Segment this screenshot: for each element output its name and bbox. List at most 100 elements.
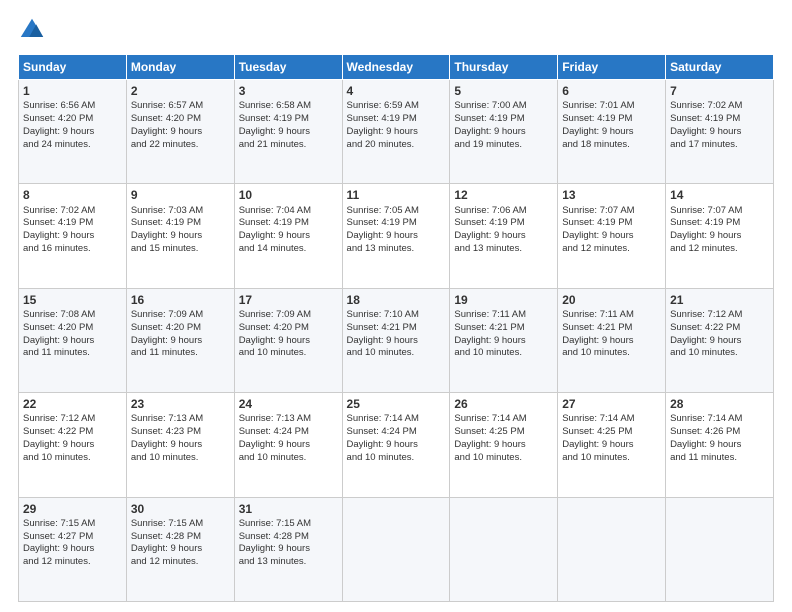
day-info: Sunrise: 7:05 AM Sunset: 4:19 PM Dayligh… xyxy=(347,205,446,256)
day-info: Sunrise: 7:13 AM Sunset: 4:23 PM Dayligh… xyxy=(131,413,230,464)
day-info: Sunrise: 7:14 AM Sunset: 4:24 PM Dayligh… xyxy=(347,413,446,464)
calendar-cell: 25Sunrise: 7:14 AM Sunset: 4:24 PM Dayli… xyxy=(342,393,450,497)
day-number: 9 xyxy=(131,187,230,203)
day-number: 28 xyxy=(670,396,769,412)
day-info: Sunrise: 7:00 AM Sunset: 4:19 PM Dayligh… xyxy=(454,100,553,151)
day-number: 31 xyxy=(239,501,338,517)
calendar-cell: 24Sunrise: 7:13 AM Sunset: 4:24 PM Dayli… xyxy=(234,393,342,497)
day-info: Sunrise: 7:14 AM Sunset: 4:25 PM Dayligh… xyxy=(562,413,661,464)
day-info: Sunrise: 7:12 AM Sunset: 4:22 PM Dayligh… xyxy=(670,309,769,360)
day-number: 6 xyxy=(562,83,661,99)
calendar-cell: 31Sunrise: 7:15 AM Sunset: 4:28 PM Dayli… xyxy=(234,497,342,601)
day-number: 29 xyxy=(23,501,122,517)
calendar-cell: 2Sunrise: 6:57 AM Sunset: 4:20 PM Daylig… xyxy=(126,80,234,184)
calendar-cell: 28Sunrise: 7:14 AM Sunset: 4:26 PM Dayli… xyxy=(666,393,774,497)
calendar-cell: 9 Sunrise: 7:03 AM Sunset: 4:19 PM Daylig… xyxy=(126,184,234,288)
calendar-cell: 1Sunrise: 6:56 AM Sunset: 4:20 PM Daylig… xyxy=(19,80,127,184)
calendar-cell: 23Sunrise: 7:13 AM Sunset: 4:23 PM Dayli… xyxy=(126,393,234,497)
calendar-cell: 13Sunrise: 7:07 AM Sunset: 4:19 PM Dayli… xyxy=(558,184,666,288)
day-header-tuesday: Tuesday xyxy=(234,55,342,80)
calendar-cell: 19Sunrise: 7:11 AM Sunset: 4:21 PM Dayli… xyxy=(450,288,558,392)
day-number: 30 xyxy=(131,501,230,517)
calendar-header-row: SundayMondayTuesdayWednesdayThursdayFrid… xyxy=(19,55,774,80)
day-number: 17 xyxy=(239,292,338,308)
day-info: Sunrise: 7:11 AM Sunset: 4:21 PM Dayligh… xyxy=(454,309,553,360)
calendar-cell: 6Sunrise: 7:01 AM Sunset: 4:19 PM Daylig… xyxy=(558,80,666,184)
day-number: 8 xyxy=(23,187,122,203)
day-number: 10 xyxy=(239,187,338,203)
calendar-cell: 29Sunrise: 7:15 AM Sunset: 4:27 PM Dayli… xyxy=(19,497,127,601)
calendar-week-3: 15Sunrise: 7:08 AM Sunset: 4:20 PM Dayli… xyxy=(19,288,774,392)
day-info: Sunrise: 7:15 AM Sunset: 4:28 PM Dayligh… xyxy=(131,518,230,569)
calendar-cell: 30Sunrise: 7:15 AM Sunset: 4:28 PM Dayli… xyxy=(126,497,234,601)
day-header-thursday: Thursday xyxy=(450,55,558,80)
day-number: 15 xyxy=(23,292,122,308)
day-number: 24 xyxy=(239,396,338,412)
day-number: 4 xyxy=(347,83,446,99)
calendar-week-5: 29Sunrise: 7:15 AM Sunset: 4:27 PM Dayli… xyxy=(19,497,774,601)
day-info: Sunrise: 7:14 AM Sunset: 4:25 PM Dayligh… xyxy=(454,413,553,464)
day-number: 14 xyxy=(670,187,769,203)
day-info: Sunrise: 7:04 AM Sunset: 4:19 PM Dayligh… xyxy=(239,205,338,256)
header xyxy=(18,16,774,44)
calendar-cell: 3Sunrise: 6:58 AM Sunset: 4:19 PM Daylig… xyxy=(234,80,342,184)
calendar-week-4: 22Sunrise: 7:12 AM Sunset: 4:22 PM Dayli… xyxy=(19,393,774,497)
day-info: Sunrise: 6:56 AM Sunset: 4:20 PM Dayligh… xyxy=(23,100,122,151)
day-info: Sunrise: 7:03 AM Sunset: 4:19 PM Dayligh… xyxy=(131,205,230,256)
day-info: Sunrise: 7:07 AM Sunset: 4:19 PM Dayligh… xyxy=(670,205,769,256)
day-number: 26 xyxy=(454,396,553,412)
day-number: 1 xyxy=(23,83,122,99)
day-number: 12 xyxy=(454,187,553,203)
day-number: 19 xyxy=(454,292,553,308)
calendar-cell: 4Sunrise: 6:59 AM Sunset: 4:19 PM Daylig… xyxy=(342,80,450,184)
calendar-week-2: 8 Sunrise: 7:02 AM Sunset: 4:19 PM Daylig… xyxy=(19,184,774,288)
day-info: Sunrise: 7:02 AM Sunset: 4:19 PM Dayligh… xyxy=(23,205,122,256)
day-header-monday: Monday xyxy=(126,55,234,80)
day-number: 20 xyxy=(562,292,661,308)
day-number: 22 xyxy=(23,396,122,412)
day-number: 3 xyxy=(239,83,338,99)
calendar-cell: 27Sunrise: 7:14 AM Sunset: 4:25 PM Dayli… xyxy=(558,393,666,497)
calendar-cell: 10 Sunrise: 7:04 AM Sunset: 4:19 PM Dayli… xyxy=(234,184,342,288)
calendar-cell xyxy=(450,497,558,601)
calendar-cell: 20Sunrise: 7:11 AM Sunset: 4:21 PM Dayli… xyxy=(558,288,666,392)
day-number: 27 xyxy=(562,396,661,412)
logo xyxy=(18,16,50,44)
day-info: Sunrise: 7:15 AM Sunset: 4:27 PM Dayligh… xyxy=(23,518,122,569)
day-info: Sunrise: 7:13 AM Sunset: 4:24 PM Dayligh… xyxy=(239,413,338,464)
day-number: 23 xyxy=(131,396,230,412)
calendar-week-1: 1Sunrise: 6:56 AM Sunset: 4:20 PM Daylig… xyxy=(19,80,774,184)
calendar-cell: 5Sunrise: 7:00 AM Sunset: 4:19 PM Daylig… xyxy=(450,80,558,184)
logo-icon xyxy=(18,16,46,44)
calendar-table: SundayMondayTuesdayWednesdayThursdayFrid… xyxy=(18,54,774,602)
day-header-sunday: Sunday xyxy=(19,55,127,80)
page: SundayMondayTuesdayWednesdayThursdayFrid… xyxy=(0,0,792,612)
day-info: Sunrise: 7:09 AM Sunset: 4:20 PM Dayligh… xyxy=(131,309,230,360)
day-number: 7 xyxy=(670,83,769,99)
day-number: 16 xyxy=(131,292,230,308)
day-info: Sunrise: 7:15 AM Sunset: 4:28 PM Dayligh… xyxy=(239,518,338,569)
day-number: 18 xyxy=(347,292,446,308)
day-number: 13 xyxy=(562,187,661,203)
day-info: Sunrise: 7:02 AM Sunset: 4:19 PM Dayligh… xyxy=(670,100,769,151)
day-header-wednesday: Wednesday xyxy=(342,55,450,80)
calendar-cell xyxy=(666,497,774,601)
calendar-cell xyxy=(342,497,450,601)
day-number: 21 xyxy=(670,292,769,308)
calendar-body: 1Sunrise: 6:56 AM Sunset: 4:20 PM Daylig… xyxy=(19,80,774,602)
day-header-friday: Friday xyxy=(558,55,666,80)
calendar-cell: 7Sunrise: 7:02 AM Sunset: 4:19 PM Daylig… xyxy=(666,80,774,184)
calendar-cell: 21Sunrise: 7:12 AM Sunset: 4:22 PM Dayli… xyxy=(666,288,774,392)
day-info: Sunrise: 7:11 AM Sunset: 4:21 PM Dayligh… xyxy=(562,309,661,360)
day-info: Sunrise: 6:57 AM Sunset: 4:20 PM Dayligh… xyxy=(131,100,230,151)
day-info: Sunrise: 7:10 AM Sunset: 4:21 PM Dayligh… xyxy=(347,309,446,360)
day-number: 5 xyxy=(454,83,553,99)
calendar-cell xyxy=(558,497,666,601)
day-number: 25 xyxy=(347,396,446,412)
day-info: Sunrise: 7:09 AM Sunset: 4:20 PM Dayligh… xyxy=(239,309,338,360)
calendar-cell: 16Sunrise: 7:09 AM Sunset: 4:20 PM Dayli… xyxy=(126,288,234,392)
day-info: Sunrise: 7:14 AM Sunset: 4:26 PM Dayligh… xyxy=(670,413,769,464)
calendar-cell: 18Sunrise: 7:10 AM Sunset: 4:21 PM Dayli… xyxy=(342,288,450,392)
day-info: Sunrise: 7:08 AM Sunset: 4:20 PM Dayligh… xyxy=(23,309,122,360)
day-number: 2 xyxy=(131,83,230,99)
